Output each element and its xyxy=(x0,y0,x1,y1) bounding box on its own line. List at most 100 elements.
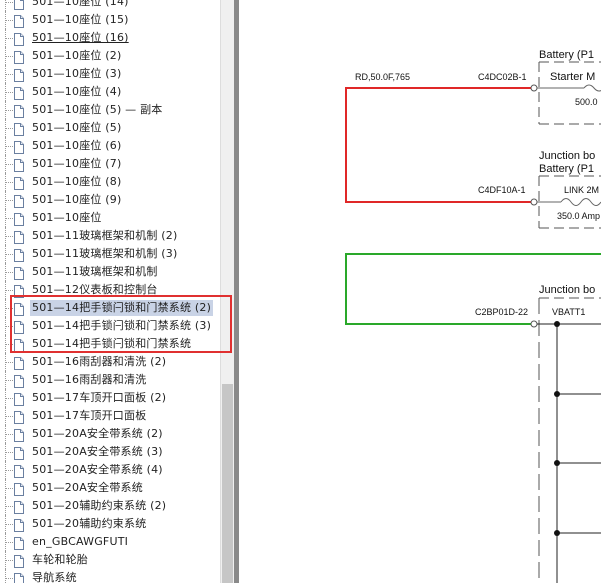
connector-2-pin xyxy=(530,198,538,206)
connector-3-label: C2BP01D-22 xyxy=(475,307,528,317)
starter-value: 500.0 xyxy=(575,97,598,107)
document-icon xyxy=(14,247,24,262)
tree-item-label: 导航系统 xyxy=(32,571,77,583)
tree-item[interactable]: 501—10座位 (5) — 副本 xyxy=(0,101,220,119)
tree-item[interactable]: 501—10座位 (15) xyxy=(0,11,220,29)
tree-item[interactable]: 501—16雨刮器和清洗 xyxy=(0,371,220,389)
tree-item[interactable]: 501—10座位 (6) xyxy=(0,137,220,155)
tree-item[interactable]: 501—10座位 (5) xyxy=(0,119,220,137)
tree-item-label: 501—10座位 (16) xyxy=(32,31,129,44)
document-icon xyxy=(14,49,24,64)
tree-item[interactable]: 501—10座位 (9) xyxy=(0,191,220,209)
tree-scrollbar-thumb[interactable] xyxy=(222,384,233,583)
tree-item-label: 501—10座位 (5) xyxy=(32,121,122,134)
junction-title-2: Junction bo xyxy=(539,284,595,296)
connector-3-pin xyxy=(530,320,538,328)
tree-item[interactable]: 501—11玻璃框架和机制 (2) xyxy=(0,227,220,245)
tree-item-label: 501—11玻璃框架和机制 xyxy=(32,265,158,278)
document-icon xyxy=(14,409,24,424)
document-icon xyxy=(14,499,24,514)
document-icon xyxy=(14,31,24,46)
tree-item[interactable]: 501—10座位 xyxy=(0,209,220,227)
tree-item[interactable]: 导航系统 xyxy=(0,569,220,583)
tree-item[interactable]: 501—17车顶开口面板 xyxy=(0,407,220,425)
tree-item[interactable]: 501—20A安全带系统 (4) xyxy=(0,461,220,479)
tree-item[interactable]: en_GBCAWGFUTI xyxy=(0,533,220,551)
tree-item[interactable]: 501—20辅助约束系统 xyxy=(0,515,220,533)
tree-item-label: 501—10座位 (14) xyxy=(32,0,129,8)
junction-node-3 xyxy=(554,460,560,466)
tree-item-label: 501—16雨刮器和清洗 (2) xyxy=(32,355,167,368)
tree-item-label: 车轮和轮胎 xyxy=(32,553,88,566)
document-icon xyxy=(14,13,24,28)
document-icon xyxy=(14,553,24,568)
highlight-box xyxy=(10,295,232,353)
document-icon xyxy=(14,103,24,118)
tree-item-label: 501—11玻璃框架和机制 (3) xyxy=(32,247,178,260)
document-icon xyxy=(14,481,24,496)
tree-item[interactable]: 501—20A安全带系统 (3) xyxy=(0,443,220,461)
tree-item-label: 501—10座位 (6) xyxy=(32,139,122,152)
tree-item-label: 501—17车顶开口面板 xyxy=(32,409,147,422)
tree-item[interactable]: 501—16雨刮器和清洗 (2) xyxy=(0,353,220,371)
tree-item[interactable]: 501—17车顶开口面板 (2) xyxy=(0,389,220,407)
tree-item-label: 501—20A安全带系统 (4) xyxy=(32,463,163,476)
link-value: 350.0 Amp xyxy=(557,211,600,221)
tree-item[interactable]: 501—20A安全带系统 xyxy=(0,479,220,497)
tree-item[interactable]: 501—11玻璃框架和机制 xyxy=(0,263,220,281)
document-icon xyxy=(14,229,24,244)
battery-title: Battery (P1 xyxy=(539,49,594,61)
tree-item[interactable]: 501—20A安全带系统 (2) xyxy=(0,425,220,443)
tree-item-label: 501—10座位 (2) xyxy=(32,49,122,62)
tree-item[interactable]: 501—20辅助约束系统 (2) xyxy=(0,497,220,515)
connector-2-label: C4DF10A-1 xyxy=(478,185,526,195)
tree-item-label: 501—10座位 (7) xyxy=(32,157,122,170)
tree-item-label: 501—11玻璃框架和机制 (2) xyxy=(32,229,178,242)
document-icon xyxy=(14,427,24,442)
tree-item[interactable]: 501—10座位 (8) xyxy=(0,173,220,191)
document-icon xyxy=(14,355,24,370)
tree-item-label: 501—10座位 (3) xyxy=(32,67,122,80)
wire-red-label: RD,50.0F,765 xyxy=(355,72,410,82)
wiring-diagram-svg: RD,50.0F,765 Battery (P1 Starter M 500.0… xyxy=(345,49,601,583)
junction-node-2 xyxy=(554,391,560,397)
tree-item-label: 501—10座位 xyxy=(32,211,102,224)
battery-title-2: Battery (P1 xyxy=(539,163,594,175)
tree-item-label: 501—10座位 (9) xyxy=(32,193,122,206)
document-icon xyxy=(14,571,24,583)
tree-item[interactable]: 车轮和轮胎 xyxy=(0,551,220,569)
tree-item-label: 501—20A安全带系统 (3) xyxy=(32,445,163,458)
vbatt-label: VBATT1 xyxy=(552,307,585,317)
document-icon xyxy=(14,211,24,226)
document-icon xyxy=(14,445,24,460)
tree-item-label: en_GBCAWGFUTI xyxy=(32,535,129,548)
link-label: LINK 2M xyxy=(564,185,599,195)
tree-item-label: 501—10座位 (5) — 副本 xyxy=(32,103,163,116)
document-icon xyxy=(14,535,24,550)
tree-item-label: 501—10座位 (8) xyxy=(32,175,122,188)
document-icon xyxy=(14,121,24,136)
tree-item[interactable]: 501—11玻璃框架和机制 (3) xyxy=(0,245,220,263)
junction-title-1: Junction bo xyxy=(539,150,595,162)
document-icon xyxy=(14,85,24,100)
tree-item[interactable]: 501—10座位 (7) xyxy=(0,155,220,173)
tree-item-label: 501—20A安全带系统 (2) xyxy=(32,427,163,440)
wiring-diagram: RD,50.0F,765 Battery (P1 Starter M 500.0… xyxy=(239,0,601,583)
connector-1-pin xyxy=(530,84,538,92)
tree-item-label: 501—10座位 (15) xyxy=(32,13,129,26)
document-icon xyxy=(14,517,24,532)
tree-item-label: 501—10座位 (4) xyxy=(32,85,122,98)
tree-item-label: 501—20辅助约束系统 (2) xyxy=(32,499,167,512)
document-icon xyxy=(14,157,24,172)
tree-item[interactable]: 501—10座位 (3) xyxy=(0,65,220,83)
document-icon xyxy=(14,265,24,280)
document-icon xyxy=(14,463,24,478)
tree-item-label: 501—20A安全带系统 xyxy=(32,481,143,494)
tree-item[interactable]: 501—10座位 (16) xyxy=(0,29,220,47)
document-icon xyxy=(14,373,24,388)
tree-item[interactable]: 501—10座位 (14) xyxy=(0,0,220,11)
connector-1-label: C4DC02B-1 xyxy=(478,72,527,82)
document-icon xyxy=(14,175,24,190)
tree-item[interactable]: 501—10座位 (2) xyxy=(0,47,220,65)
tree-item[interactable]: 501—10座位 (4) xyxy=(0,83,220,101)
